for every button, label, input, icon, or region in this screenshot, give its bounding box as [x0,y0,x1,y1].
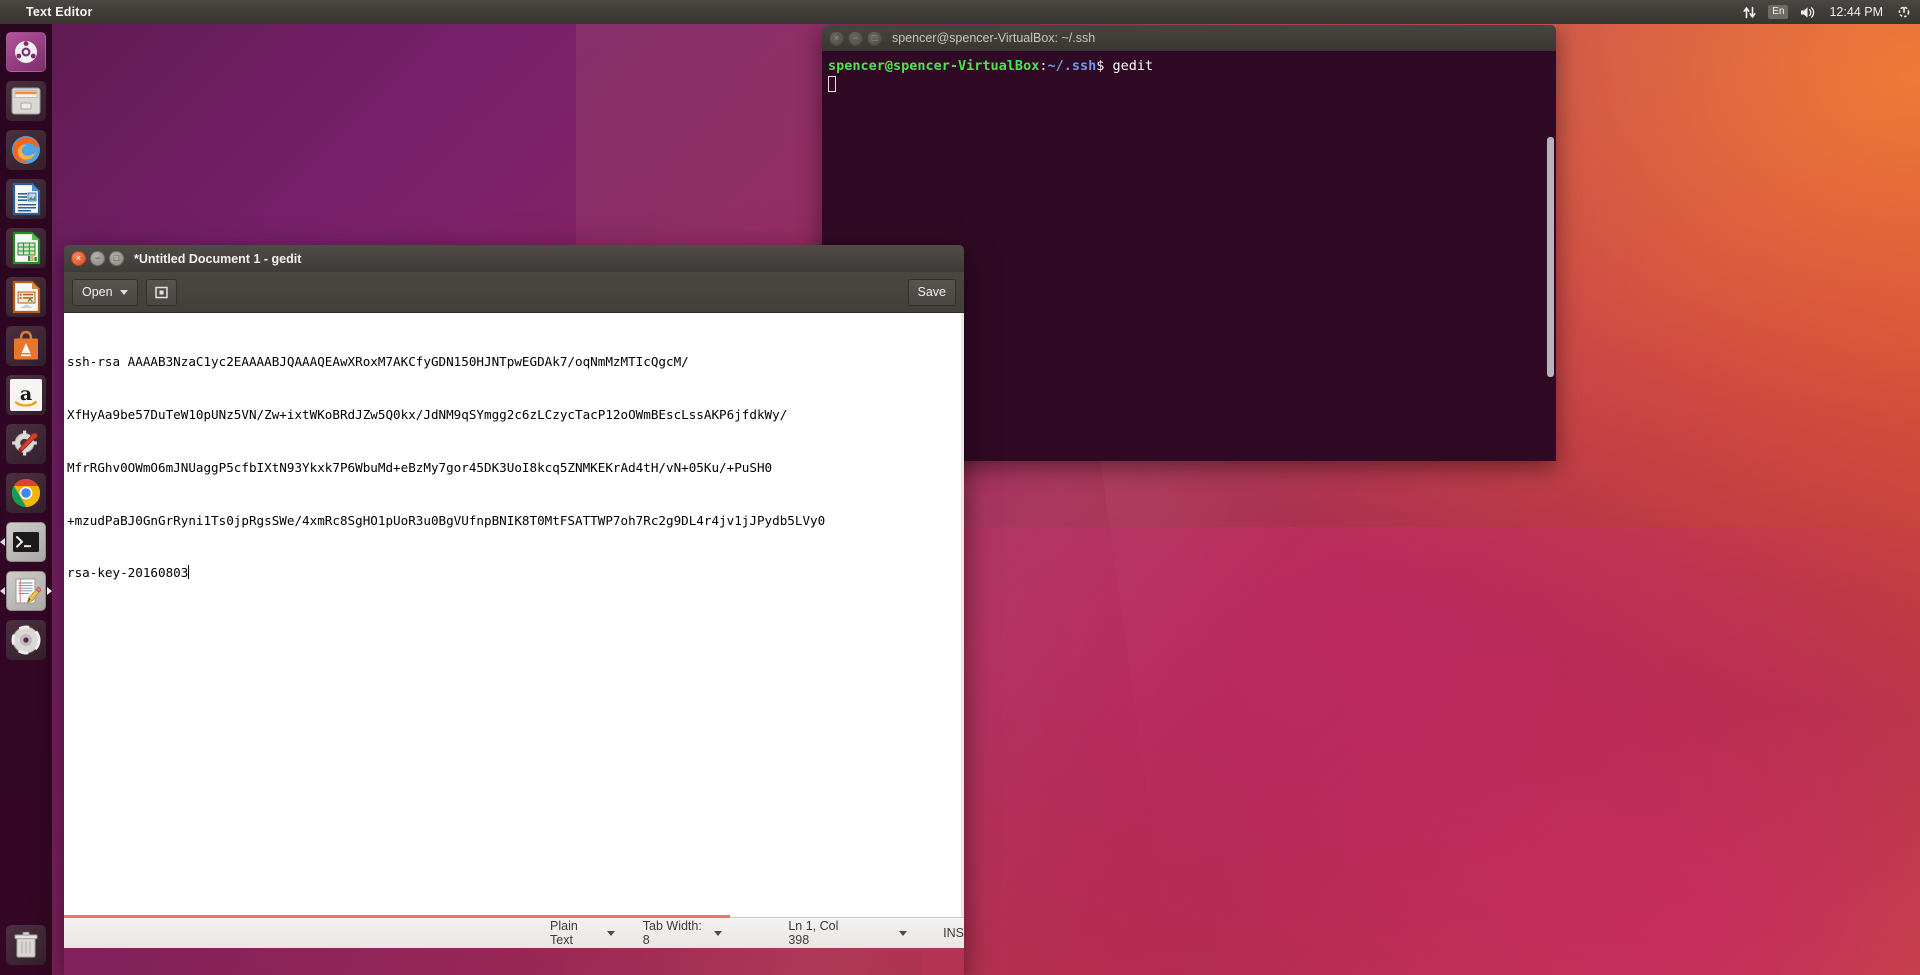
gedit-titlebar[interactable]: × − □ *Untitled Document 1 - gedit [64,245,964,272]
panel-indicators: En 12:44 PM [1742,0,1920,24]
terminal-prompt-path: ~/.ssh [1047,58,1097,74]
launcher-item-firefox[interactable] [4,128,48,172]
writer-document-icon [12,182,41,216]
optical-disc-icon [11,625,41,655]
terminal-maximize-button[interactable]: □ [867,30,882,46]
gedit-minimize-button[interactable]: − [90,251,105,266]
launcher-item-ubuntu-dash-home[interactable] [4,30,48,74]
gedit-title: *Untitled Document 1 - gedit [134,251,302,266]
document-line-with-cursor: rsa-key-20160803 [67,564,964,582]
terminal-prompt-line: spencer@spencer-VirtualBox:~/.ssh$ gedit [828,57,1548,76]
gear-wrench-icon [11,430,38,455]
gedit-toolbar: Open Save [64,272,964,313]
terminal-scrollbar[interactable] [1544,51,1556,461]
terminal-prompt-user: spencer@spencer-VirtualBox [828,58,1040,74]
launcher-item-amazon[interactable]: a [4,373,48,417]
keyboard-layout-label: En [1768,5,1789,19]
save-button[interactable]: Save [907,278,956,306]
terminal-scrollbar-thumb[interactable] [1547,137,1554,377]
gedit-window[interactable]: × − □ *Untitled Document 1 - gedit Open … [64,245,964,975]
terminal-titlebar[interactable]: × − □ spencer@spencer-VirtualBox: ~/.ssh [822,25,1556,51]
chrome-icon [12,479,40,507]
amazon-a-icon: a [14,383,38,407]
gedit-text-content[interactable]: ssh-rsa AAAAB3NzaC1yc2EAAAABJQAAAQEAwXRo… [64,313,964,617]
chevron-down-icon [119,289,128,295]
launcher-item-files[interactable] [4,79,48,123]
status-progress-bar [64,915,730,918]
top-panel: Text Editor En 12:44 PM [0,0,1920,24]
insert-mode-label: INS [943,926,964,940]
panel-app-name[interactable]: Text Editor [26,5,93,19]
language-selector[interactable]: Plain Text [550,919,615,947]
terminal-window-buttons: × − □ [829,30,882,46]
file-cabinet-icon [11,87,41,115]
launcher-item-disc[interactable] [4,618,48,662]
gedit-close-button[interactable]: × [71,251,86,266]
launcher-item-libreoffice-impress[interactable] [4,275,48,319]
impress-presentation-icon [12,280,41,314]
terminal-prompt-icon [13,532,39,552]
launcher-item-text-editor[interactable] [4,569,48,613]
open-button-label: Open [82,285,113,299]
wallpaper-facet-c [921,526,1920,975]
terminal-title: spencer@spencer-VirtualBox: ~/.ssh [892,31,1096,45]
launcher-item-terminal[interactable] [4,520,48,564]
new-document-button[interactable] [145,278,177,306]
gedit-maximize-button[interactable]: □ [109,251,124,266]
clock[interactable]: 12:44 PM [1827,0,1885,24]
document-line: XfHyAa9be57DuTeW10pUNz5VN/Zw+ixtWKoBRdJZ… [67,406,788,422]
tab-width-label: Tab Width: 8 [642,919,702,947]
chevron-down-icon [899,930,908,936]
keyboard-layout-indicator[interactable]: En [1768,0,1789,24]
gedit-document-area[interactable]: ssh-rsa AAAAB3NzaC1yc2EAAAABJQAAAQEAwXRo… [64,313,964,917]
launcher-item-system-settings[interactable] [4,422,48,466]
svg-text:a: a [20,383,32,405]
launcher-item-libreoffice-writer[interactable] [4,177,48,221]
terminal-cursor [828,76,836,93]
chevron-down-icon [714,930,723,936]
insert-mode-indicator: INS [943,926,964,940]
terminal-cursor-line [828,76,1548,95]
firefox-icon [12,136,40,164]
launcher-item-google-chrome[interactable] [4,471,48,515]
open-button[interactable]: Open [72,278,138,306]
terminal-minimize-button[interactable]: − [848,30,863,46]
document-line: MfrRGhv0OWmO6mJNUaggP5cfbIXtN93Ykxk7P6Wb… [67,459,773,475]
text-caret [188,565,190,580]
document-line: ssh-rsa AAAAB3NzaC1yc2EAAAABJQAAAQEAwXRo… [67,354,689,370]
launcher-item-libreoffice-calc[interactable] [4,226,48,270]
launcher-item-trash[interactable] [4,923,48,967]
document-line: +mzudPaBJ0GnGrRyni1Ts0jpRgsSWe/4xmRc8SgH… [67,512,826,528]
trash-bin-icon [14,931,38,958]
cursor-position: Ln 1, Col 398 [788,919,859,947]
calc-spreadsheet-icon [12,231,41,265]
save-button-label: Save [917,285,947,299]
terminal-command: gedit [1104,58,1154,74]
gedit-vertical-scrollbar[interactable] [961,313,964,917]
terminal-close-button[interactable]: × [829,30,844,46]
tab-width-selector[interactable]: Tab Width: 8 [643,919,723,947]
network-updown-icon[interactable] [1742,0,1757,24]
gear-power-icon[interactable] [1896,0,1912,24]
text-editor-pencil-icon [15,578,41,604]
launcher-item-ubuntu-software[interactable] [4,324,48,368]
chevron-down-icon [606,930,615,936]
language-label: Plain Text [550,919,578,947]
software-bag-icon [14,330,38,360]
gedit-statusbar: Plain Text Tab Width: 8 Ln 1, Col 398 IN… [64,915,964,948]
gedit-window-buttons: × − □ [71,251,124,266]
ubuntu-logo-icon [15,41,37,63]
unity-launcher: a [0,24,52,975]
new-document-icon [154,286,168,298]
volume-icon[interactable] [1799,0,1816,24]
cursor-position-label: Ln 1, Col 398 [788,919,839,947]
statusbar-extra-menu[interactable] [899,930,908,936]
document-line-text: rsa-key-20160803 [67,565,189,581]
